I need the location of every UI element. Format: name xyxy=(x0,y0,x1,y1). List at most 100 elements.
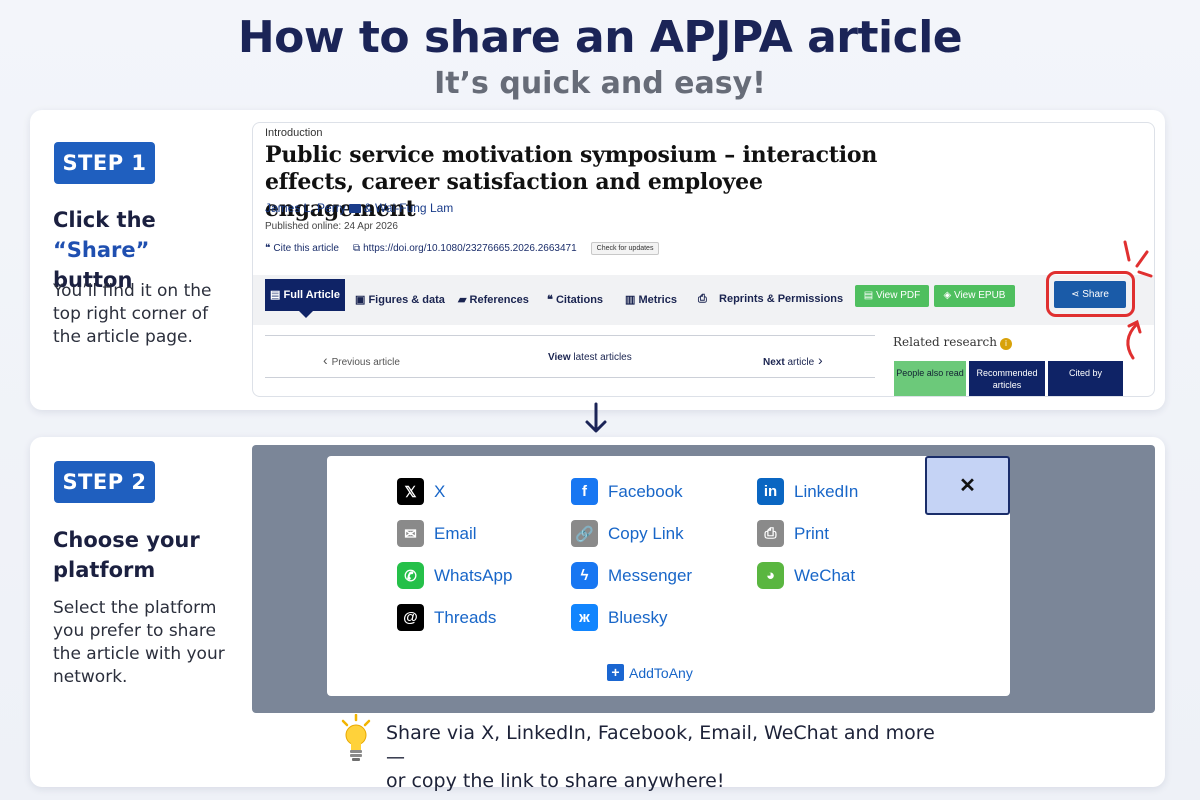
whatsapp-icon: ✆ xyxy=(397,562,424,589)
share-print-label: Print xyxy=(794,523,829,543)
step1-card: STEP 1 Click the “Share” button You’ll f… xyxy=(30,110,1165,410)
cite-label: Cite this article xyxy=(273,243,339,254)
step2-card: STEP 2 Choose your platform Select the p… xyxy=(30,437,1165,792)
print-icon: ⎙ xyxy=(757,520,784,547)
tab-full-article[interactable]: ▤ Full Article xyxy=(265,279,345,318)
author-link[interactable]: James L. Perry xyxy=(265,201,346,215)
article-links: ❝ Cite this article ⧉ https://doi.org/10.1… xyxy=(265,242,660,255)
view-epub-button[interactable]: ◈ View EPUB xyxy=(934,285,1015,307)
step2-heading: Choose your platform xyxy=(53,528,200,582)
stroke-mark xyxy=(1123,240,1131,262)
annotation-strokes xyxy=(1123,240,1153,360)
bluesky-icon: ж xyxy=(571,604,598,631)
previous-article-link[interactable]: ‹ Previous article xyxy=(323,352,400,368)
related-label: Related research xyxy=(893,335,997,349)
share-dialog: 𝕏 X ✉ Email ✆ WhatsApp @ Threads f Faceb… xyxy=(327,456,1010,696)
share-threads-label: Threads xyxy=(434,607,497,627)
email-icon: ✉ xyxy=(397,520,424,547)
prev-label: Previous article xyxy=(331,357,400,368)
tab-label: Figures & data xyxy=(368,294,445,306)
tab-citations[interactable]: ❝ Citations xyxy=(547,293,603,306)
view-epub-label: View EPUB xyxy=(953,290,1006,301)
addtoany-link[interactable]: + AddToAny xyxy=(607,664,693,681)
facebook-icon: f xyxy=(571,478,598,505)
share-x-label: X xyxy=(434,481,446,501)
x-icon: 𝕏 xyxy=(397,478,424,505)
quote-icon: ❝ xyxy=(547,294,556,306)
share-bluesky-label: Bluesky xyxy=(608,607,668,627)
book-icon: ▰ xyxy=(458,294,470,306)
share-facebook-label: Facebook xyxy=(608,481,683,501)
mail-icon[interactable] xyxy=(348,204,361,213)
divider xyxy=(265,335,875,336)
step1-badge: STEP 1 xyxy=(54,142,155,184)
share-email[interactable]: ✉ Email xyxy=(397,520,477,547)
plus-icon: + xyxy=(607,664,624,681)
article-page-screenshot: Introduction Public service motivation s… xyxy=(252,122,1155,397)
share-wechat[interactable]: ◕ WeChat xyxy=(757,562,855,589)
doi-link[interactable]: ⧉ https://doi.org/10.1080/23276665.2026.2… xyxy=(353,243,577,254)
chevron-right-icon: › xyxy=(814,352,823,368)
share-copy-link[interactable]: 🔗 Copy Link xyxy=(571,520,684,547)
link-icon: 🔗 xyxy=(571,520,598,547)
tab-references[interactable]: ▰ References xyxy=(458,293,529,306)
latest-label: latest articles xyxy=(570,352,632,363)
article-section: Introduction xyxy=(265,127,323,139)
share-x[interactable]: 𝕏 X xyxy=(397,478,445,505)
step1-heading-accent: “Share” xyxy=(53,238,150,262)
share-threads[interactable]: @ Threads xyxy=(397,604,496,631)
tab-label: References xyxy=(469,294,529,306)
close-button[interactable]: ✕ xyxy=(925,456,1010,515)
lightbulb-icon xyxy=(341,714,371,761)
tab-label: Reprints & Permissions xyxy=(719,293,844,305)
next-article-link[interactable]: Next article › xyxy=(763,352,823,368)
share-whatsapp-label: WhatsApp xyxy=(434,565,513,585)
share-bluesky[interactable]: ж Bluesky xyxy=(571,604,668,631)
share-wechat-label: WeChat xyxy=(794,565,856,585)
tab-figures[interactable]: ▣ Figures & data xyxy=(355,293,445,306)
tab-reprints[interactable]: ⎙ Reprints & Permissions xyxy=(698,293,843,306)
share-linkedin-label: LinkedIn xyxy=(794,481,859,501)
author-link-2[interactable]: & Wai-Fung Lam xyxy=(364,201,454,215)
info-icon[interactable]: i xyxy=(1000,338,1012,350)
view-pdf-button[interactable]: ▤ View PDF xyxy=(855,285,929,307)
share-copy-link-label: Copy Link xyxy=(608,523,684,543)
threads-icon: @ xyxy=(397,604,424,631)
next-bold: Next xyxy=(763,357,785,368)
step1-heading-text: Click the xyxy=(53,208,156,232)
share-linkedin[interactable]: in LinkedIn xyxy=(757,478,858,505)
share-messenger-label: Messenger xyxy=(608,565,693,585)
cite-link[interactable]: ❝ Cite this article xyxy=(265,243,339,254)
share-facebook[interactable]: f Facebook xyxy=(571,478,683,505)
tab-label: Citations xyxy=(555,294,604,306)
view-latest-link[interactable]: View latest articles xyxy=(548,352,632,363)
addtoany-label: AddToAny xyxy=(629,664,693,681)
share-print[interactable]: ⎙ Print xyxy=(757,520,829,547)
page-subtitle: It’s quick and easy! xyxy=(434,66,766,101)
article-authors: James L. Perry & Wai-Fung Lam xyxy=(265,201,453,215)
share-whatsapp[interactable]: ✆ WhatsApp xyxy=(397,562,512,589)
chevron-left-icon: ‹ xyxy=(323,352,332,368)
related-research-title: Related research i xyxy=(893,335,1012,350)
quote-icon: ❝ xyxy=(265,243,271,254)
share-messenger[interactable]: ϟ Messenger xyxy=(571,562,692,589)
image-icon: ▣ xyxy=(355,294,369,306)
arrow-down-icon xyxy=(585,402,607,433)
external-link-icon: ⧉ xyxy=(352,243,361,254)
tip-line-2: or copy the link to share anywhere! xyxy=(386,770,725,792)
doi-label: https://doi.org/10.1080/23276665.2026.26… xyxy=(363,243,577,254)
tip-text: Share via X, LinkedIn, Facebook, Email, … xyxy=(386,721,946,793)
messenger-icon: ϟ xyxy=(571,562,598,589)
view-bold: View xyxy=(548,352,571,363)
tab-people-also-read[interactable]: People also read xyxy=(894,361,966,396)
check-updates-button[interactable]: Check for updates xyxy=(590,242,660,255)
stroke-mark xyxy=(1137,270,1153,278)
curved-arrow xyxy=(1126,322,1139,360)
tab-cited-by[interactable]: Cited by xyxy=(1048,361,1123,396)
view-pdf-label: View PDF xyxy=(875,290,921,301)
step2-badge: STEP 2 xyxy=(54,461,155,503)
tab-metrics[interactable]: ▥ Metrics xyxy=(625,293,677,306)
next-label: article xyxy=(784,357,815,368)
tab-recommended[interactable]: Recommended articles xyxy=(969,361,1045,396)
wechat-icon: ◕ xyxy=(757,562,784,589)
